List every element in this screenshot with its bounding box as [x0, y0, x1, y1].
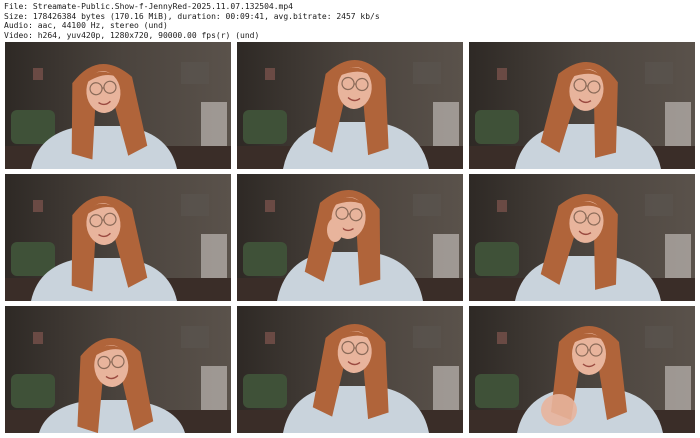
file-name-line: File: Streamate-Public.Show-f-JennyRed-2… [4, 2, 293, 11]
frame-scene-image [469, 174, 695, 301]
frame-scene-image [5, 174, 231, 301]
frame-scene-image [469, 42, 695, 169]
file-size-line: Size: 178426384 bytes (170.16 MiB), dura… [4, 11, 380, 21]
video-frame-thumbnail [469, 42, 695, 169]
frame-scene-image [237, 306, 463, 433]
frame-scene-image [237, 174, 463, 301]
video-frame-thumbnail [469, 306, 695, 433]
frame-scene-image [469, 306, 695, 433]
video-frame-thumbnail [5, 42, 231, 169]
thumbnail-grid [5, 42, 696, 434]
video-frame-thumbnail [237, 306, 463, 433]
video-info-line: Video: h264, yuv420p, 1280x720, 90000.00… [4, 30, 260, 40]
video-frame-thumbnail [469, 174, 695, 301]
frame-scene-image [5, 306, 231, 433]
video-frame-thumbnail [5, 306, 231, 433]
frame-scene-image [5, 42, 231, 169]
video-frame-thumbnail [237, 174, 463, 301]
file-info-header: File: Streamate-Public.Show-f-JennyRed-2… [4, 2, 696, 40]
frame-scene-image [237, 42, 463, 169]
video-frame-thumbnail [5, 174, 231, 301]
video-frame-thumbnail [237, 42, 463, 169]
audio-info-line: Audio: aac, 44100 Hz, stereo (und) [4, 21, 168, 30]
